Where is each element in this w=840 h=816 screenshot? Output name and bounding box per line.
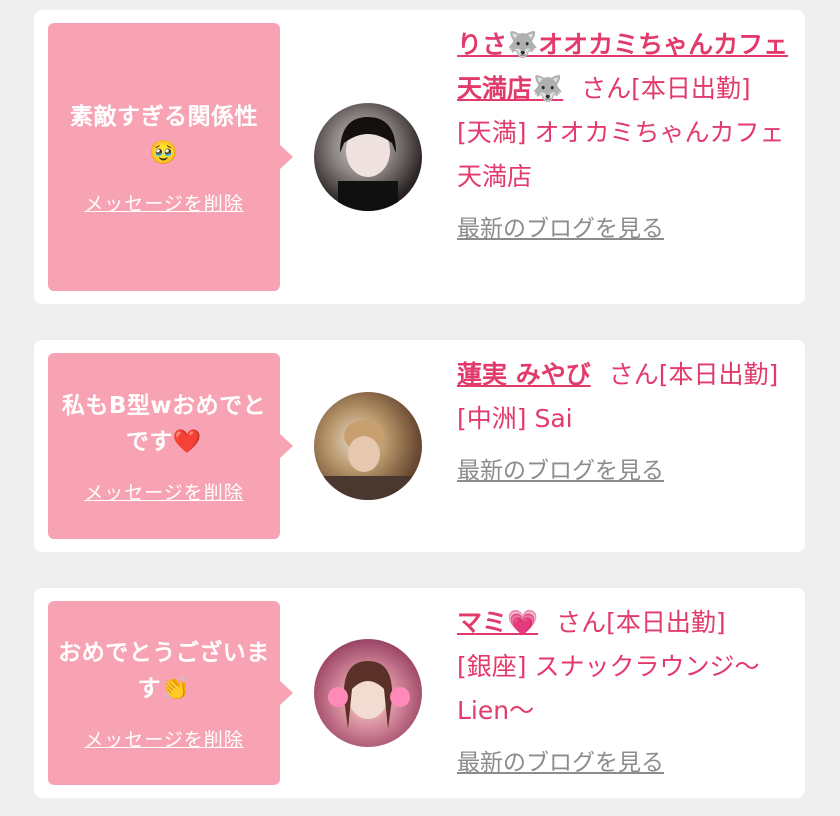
latest-blog-link[interactable]: 最新のブログを見る (457, 741, 664, 785)
avatar[interactable] (314, 639, 422, 747)
message-body: 私もB型wおめでとです (61, 392, 267, 455)
delete-message-link[interactable]: メッセージを削除 (84, 725, 244, 752)
cast-name-link[interactable]: マミ💗 (457, 608, 538, 637)
attendance-status: [本日出勤] (631, 74, 751, 103)
honorific: さん (581, 74, 632, 103)
cast-info: りさ🐺オオカミちゃんカフェ天満店🐺 さん[本日出勤] [天満] オオカミちゃんカフ… (457, 23, 792, 251)
attendance-status: [本日出勤] (606, 608, 726, 637)
attendance-status: [本日出勤] (658, 360, 779, 389)
cast-info: 蓮実 みやび さん[本日出勤] [中洲] Sai 最新のブログを見る (457, 353, 792, 493)
cast-info: マミ💗 さん[本日出勤] [銀座] スナックラウンジ〜Lien〜 最新のブログを見… (457, 601, 792, 785)
avatar-image (328, 661, 410, 729)
shop-name: [天満] オオカミちゃんカフェ天満店 (457, 118, 785, 191)
avatar-image (324, 420, 412, 500)
message-card: おめでとうございます👏 メッセージを削除 マミ💗 さん[本日出勤] [銀座] スナ… (34, 588, 805, 798)
delete-message-link[interactable]: メッセージを削除 (84, 478, 244, 505)
pleading-face-emoji: 🥹 (149, 139, 179, 166)
message-card: 素敵すぎる関係性 🥹 メッセージを削除 りさ🐺オオカミちゃんカフェ天満店🐺 さん[… (34, 10, 805, 304)
avatar-image (338, 117, 398, 211)
message-bubble: 素敵すぎる関係性 🥹 メッセージを削除 (48, 23, 293, 291)
message-card: 私もB型wおめでとです❤️ メッセージを削除 蓮実 みやび さん[本日出勤] [中… (34, 340, 805, 552)
message-bubble: おめでとうございます👏 メッセージを削除 (48, 601, 293, 785)
latest-blog-link[interactable]: 最新のブログを見る (457, 207, 664, 251)
honorific: さん (608, 360, 659, 389)
honorific: さん (556, 608, 607, 637)
shop-name: [中洲] Sai (457, 404, 573, 433)
clapping-hands-emoji: 👏 (161, 675, 191, 702)
shop-name: [銀座] スナックラウンジ〜Lien〜 (457, 652, 760, 725)
message-list: 素敵すぎる関係性 🥹 メッセージを削除 りさ🐺オオカミちゃんカフェ天満店🐺 さん[… (0, 0, 840, 816)
message-body: 素敵すぎる関係性 (70, 103, 258, 130)
avatar[interactable] (314, 392, 422, 500)
avatar[interactable] (314, 103, 422, 211)
message-text: 私もB型wおめでとです❤️ (58, 388, 270, 460)
message-bubble: 私もB型wおめでとです❤️ メッセージを削除 (48, 353, 293, 539)
message-text: 素敵すぎる関係性 🥹 (70, 99, 258, 171)
message-text: おめでとうございます👏 (58, 635, 270, 707)
heart-emoji: ❤️ (172, 428, 203, 455)
cast-name-link[interactable]: 蓮実 みやび (457, 360, 591, 389)
latest-blog-link[interactable]: 最新のブログを見る (457, 449, 664, 493)
delete-message-link[interactable]: メッセージを削除 (84, 189, 244, 216)
